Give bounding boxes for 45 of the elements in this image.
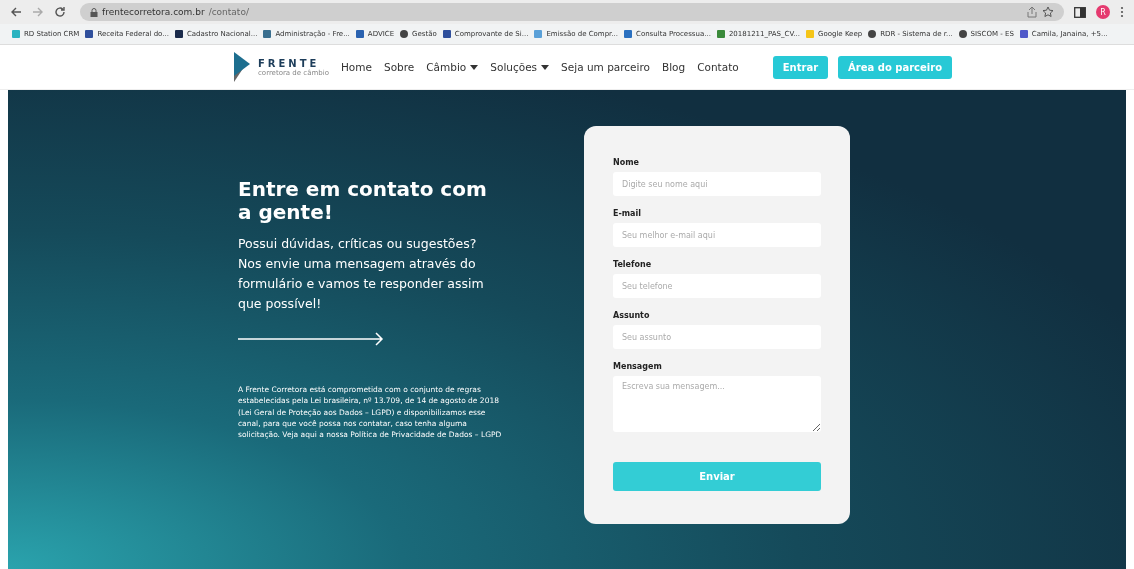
input-field[interactable]: Seu telefone bbox=[613, 274, 821, 298]
input-field[interactable]: Seu assunto bbox=[613, 325, 821, 349]
nav-link[interactable]: Câmbio bbox=[426, 61, 479, 73]
input-field[interactable]: Seu melhor e-mail aqui bbox=[613, 223, 821, 247]
field-label: Mensagem bbox=[613, 362, 663, 371]
field-label: Telefone bbox=[613, 260, 653, 269]
nav-link[interactable]: Sobre bbox=[383, 61, 415, 73]
favicon-icon bbox=[12, 30, 20, 38]
arrow-icon bbox=[238, 332, 384, 346]
nav-link[interactable]: Blog bbox=[662, 61, 686, 73]
message-field[interactable]: Escreva sua mensagem... bbox=[613, 376, 821, 432]
back-icon[interactable] bbox=[10, 6, 22, 18]
field-label: E-mail bbox=[613, 209, 642, 218]
logo-icon bbox=[232, 52, 252, 82]
nav-link[interactable]: Soluções bbox=[490, 61, 550, 73]
hero-text: Possui dúvidas, críticas ou sugestões? Nos envie uma mensagem através do formulário e vamos te responder assim que possível! bbox=[238, 235, 485, 313]
side-panel-icon[interactable] bbox=[1074, 6, 1086, 18]
favicon-icon bbox=[174, 30, 183, 38]
favicon-icon bbox=[805, 30, 814, 38]
reload-icon[interactable] bbox=[54, 6, 66, 18]
favicon-icon bbox=[716, 30, 725, 38]
star-icon[interactable] bbox=[1042, 6, 1054, 18]
favicon-icon bbox=[400, 30, 409, 38]
nav-link[interactable]: Seja um parceiro bbox=[561, 61, 650, 73]
hero-heading: Entre em contato com a gente! bbox=[238, 178, 488, 224]
favicon-icon bbox=[1019, 30, 1028, 38]
favicon-icon bbox=[442, 30, 451, 38]
field-label: Assunto bbox=[613, 311, 651, 320]
nav-link[interactable]: Contato bbox=[697, 61, 739, 73]
favicon-icon bbox=[868, 30, 877, 38]
favicon-icon bbox=[355, 30, 364, 38]
logo-name: FRENTE bbox=[258, 57, 321, 69]
address-bar[interactable]: frentecorretora.com.br /contato/ bbox=[80, 3, 1064, 21]
share-icon[interactable] bbox=[1026, 6, 1038, 18]
profile-avatar[interactable]: R bbox=[1096, 5, 1110, 19]
lock-icon bbox=[90, 7, 98, 17]
favicon-icon bbox=[85, 30, 94, 38]
favicon-icon bbox=[958, 30, 967, 38]
favicon-icon bbox=[263, 30, 272, 38]
favicon-icon bbox=[624, 30, 632, 38]
field-label: Nome bbox=[613, 158, 640, 167]
favicon-icon bbox=[534, 30, 543, 38]
nav-link[interactable]: Home bbox=[340, 61, 372, 73]
input-field[interactable]: Digite seu nome aqui bbox=[613, 172, 821, 196]
menu-icon[interactable] bbox=[1120, 6, 1124, 18]
